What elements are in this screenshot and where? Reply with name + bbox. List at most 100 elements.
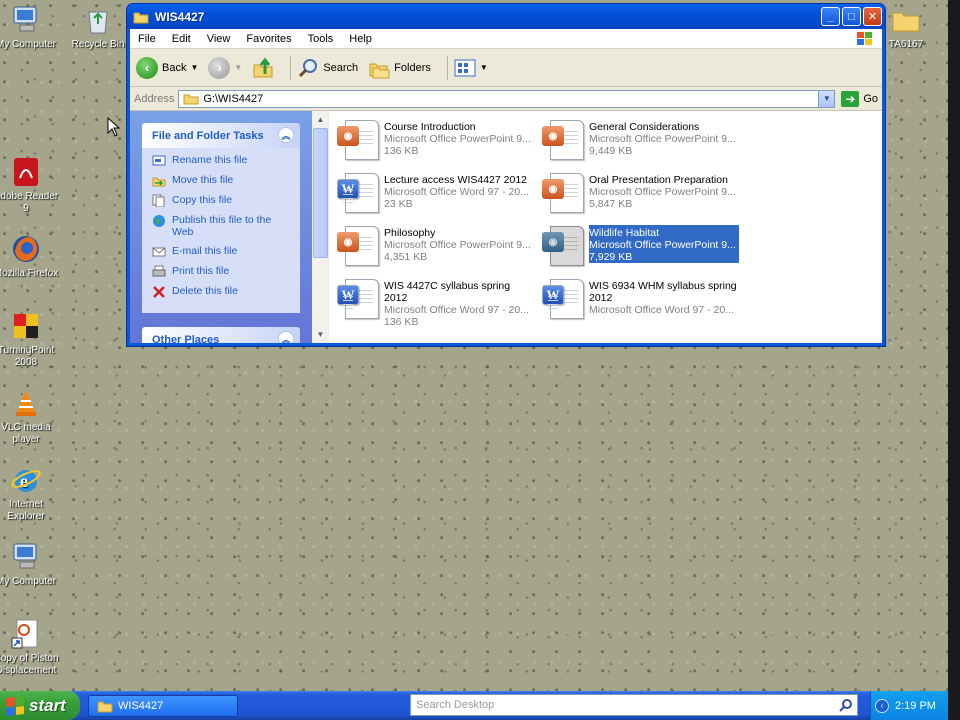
file-item-selected[interactable]: ◉ Wildlife Habitat Microsoft Office Power… [539,223,744,272]
desktop-icon-vlc[interactable]: VLC media player [0,387,62,446]
start-button[interactable]: start [0,691,80,720]
powerpoint-file-icon: ◉ [541,172,585,216]
powerpoint-file-icon: ◉ [336,119,380,163]
windows-flag-icon [6,695,24,716]
task-move[interactable]: Move this file [152,174,294,187]
back-button[interactable]: ‹ Back ▼ [136,56,198,79]
mouse-cursor-icon [107,117,121,137]
window-titlebar[interactable]: WIS4427 [127,4,885,29]
address-value: G:\WIS4427 [203,92,264,105]
desktop-search-input[interactable]: Search Desktop [410,694,858,716]
desktop-icon-my-computer-2[interactable]: My Computer [0,541,62,588]
toolbar: ‹ Back ▼ › ▼ Search Folders ▼ [130,49,882,87]
tray-arrow-icon[interactable]: ‹ [875,698,889,713]
desktop-icon-turningpoint[interactable]: TurningPoint 2008 [0,310,62,369]
task-delete[interactable]: Delete this file [152,285,294,298]
desktop-icon-adobe-reader[interactable]: Adobe Reader 9 [0,156,62,215]
file-item[interactable]: W Lecture access WIS4427 2012 Microsoft O… [334,170,539,219]
file-item[interactable]: ◉ Philosophy Microsoft Office PowerPoint … [334,223,539,272]
go-button[interactable]: ➔ Go [841,90,878,107]
menu-help[interactable]: Help [341,33,380,45]
desktop-icon-piston-displacement[interactable]: Copy of Piston Displacement [0,618,62,677]
rename-icon [152,155,166,166]
other-places-panel: Other Places ︽ [142,327,300,343]
other-places-header[interactable]: Other Places ︽ [142,327,300,343]
recycle-bin-icon [82,4,114,36]
powerpoint-file-icon: ◉ [541,225,585,269]
file-folder-tasks-header[interactable]: File and Folder Tasks ︽ [142,123,300,148]
desktop-icon-recycle-bin[interactable]: Recycle Bin [62,4,134,51]
folder-icon [183,94,199,105]
adobe-reader-icon [10,156,42,188]
file-item[interactable]: ◉ Oral Presentation Preparation Microsoft… [539,170,744,219]
search-button[interactable]: Search [297,57,358,79]
desktop-icon-firefox[interactable]: Mozilla Firefox [0,233,62,280]
vertical-scrollbar[interactable]: ▲ ▼ [312,111,329,343]
shortcut-file-icon [10,618,42,650]
task-copy[interactable]: Copy this file [152,194,294,207]
address-field[interactable]: G:\WIS4427 ▼ [178,89,836,108]
collapse-chevron-icon[interactable]: ︽ [278,127,294,143]
turningpoint-icon [10,310,42,342]
menu-favorites[interactable]: Favorites [238,33,299,45]
go-arrow-icon: ➔ [841,90,860,107]
views-icon [454,59,476,76]
screen-edge [948,0,960,720]
file-list-pane: ▲ ▼ ◉ Course Introduction Microsoft Offic… [312,111,882,343]
close-button[interactable]: ✕ [863,7,882,26]
taskbar: start WIS4427 Search Desktop ‹ 2:19 PM [0,691,948,720]
desktop-icon-my-computer[interactable]: My Computer [0,4,62,51]
back-dropdown-icon[interactable]: ▼ [190,63,198,72]
task-rename[interactable]: Rename this file [152,154,294,167]
explorer-window[interactable]: WIS4427 _ □ ✕ File Edit View Favorites T… [126,3,886,347]
forward-arrow-icon: › [208,56,231,79]
search-icon[interactable] [838,697,854,713]
menu-tools[interactable]: Tools [300,33,342,45]
file-item[interactable]: W WIS 4427C syllabus spring 2012 Microsof… [334,276,539,328]
scroll-down-icon[interactable]: ▼ [312,326,329,343]
window-title: WIS4427 [155,9,205,24]
desktop-icon-internet-explorer[interactable]: e Internet Explorer [0,464,62,523]
computer-icon [10,4,42,36]
word-file-icon: W [541,278,585,322]
move-icon [152,177,166,187]
folders-button[interactable]: Folders [368,57,431,79]
menu-file[interactable]: File [130,33,164,45]
task-print[interactable]: Print this file [152,265,294,278]
search-icon [299,58,318,77]
address-dropdown-icon[interactable]: ▼ [818,90,835,107]
printer-icon [152,265,166,277]
internet-explorer-icon: e [10,464,42,496]
computer-icon [10,541,42,573]
taskbar-window-button[interactable]: WIS4427 [88,694,238,717]
vlc-cone-icon [10,387,42,419]
toolbar-separator [290,55,292,80]
powerpoint-file-icon: ◉ [541,119,585,163]
powerpoint-file-icon: ◉ [336,225,380,269]
window-body: File Edit View Favorites Tools Help ‹ Ba… [130,29,882,343]
file-item[interactable]: ◉ Course Introduction Microsoft Office Po… [334,117,539,166]
collapse-chevron-icon[interactable]: ︽ [278,331,294,343]
views-button[interactable]: ▼ [454,59,488,77]
menu-view[interactable]: View [199,33,239,45]
scrollbar-thumb[interactable] [313,128,328,258]
up-folder-button[interactable] [252,57,274,79]
copy-icon [152,194,165,207]
file-item[interactable]: ◉ General Considerations Microsoft Office… [539,117,744,166]
task-pane: File and Folder Tasks ︽ Rename this file… [130,111,312,343]
menu-edit[interactable]: Edit [164,33,199,45]
task-email[interactable]: E-mail this file [152,245,294,258]
views-dropdown-icon: ▼ [479,63,488,72]
maximize-button[interactable]: □ [842,7,861,26]
address-label: Address [134,92,175,105]
minimize-button[interactable]: _ [821,7,840,26]
file-item[interactable]: W WIS 6934 WHM syllabus spring 2012 Micro… [539,276,744,325]
explorer-content: File and Folder Tasks ︽ Rename this file… [130,111,882,343]
folders-icon [369,63,390,78]
forward-dropdown-icon[interactable]: ▼ [234,63,242,72]
scroll-up-icon[interactable]: ▲ [312,111,329,128]
task-publish[interactable]: Publish this file to the Web [152,214,294,238]
forward-button[interactable]: › ▼ [208,56,242,79]
word-file-icon: W [336,172,380,216]
menu-bar: File Edit View Favorites Tools Help [130,29,882,49]
